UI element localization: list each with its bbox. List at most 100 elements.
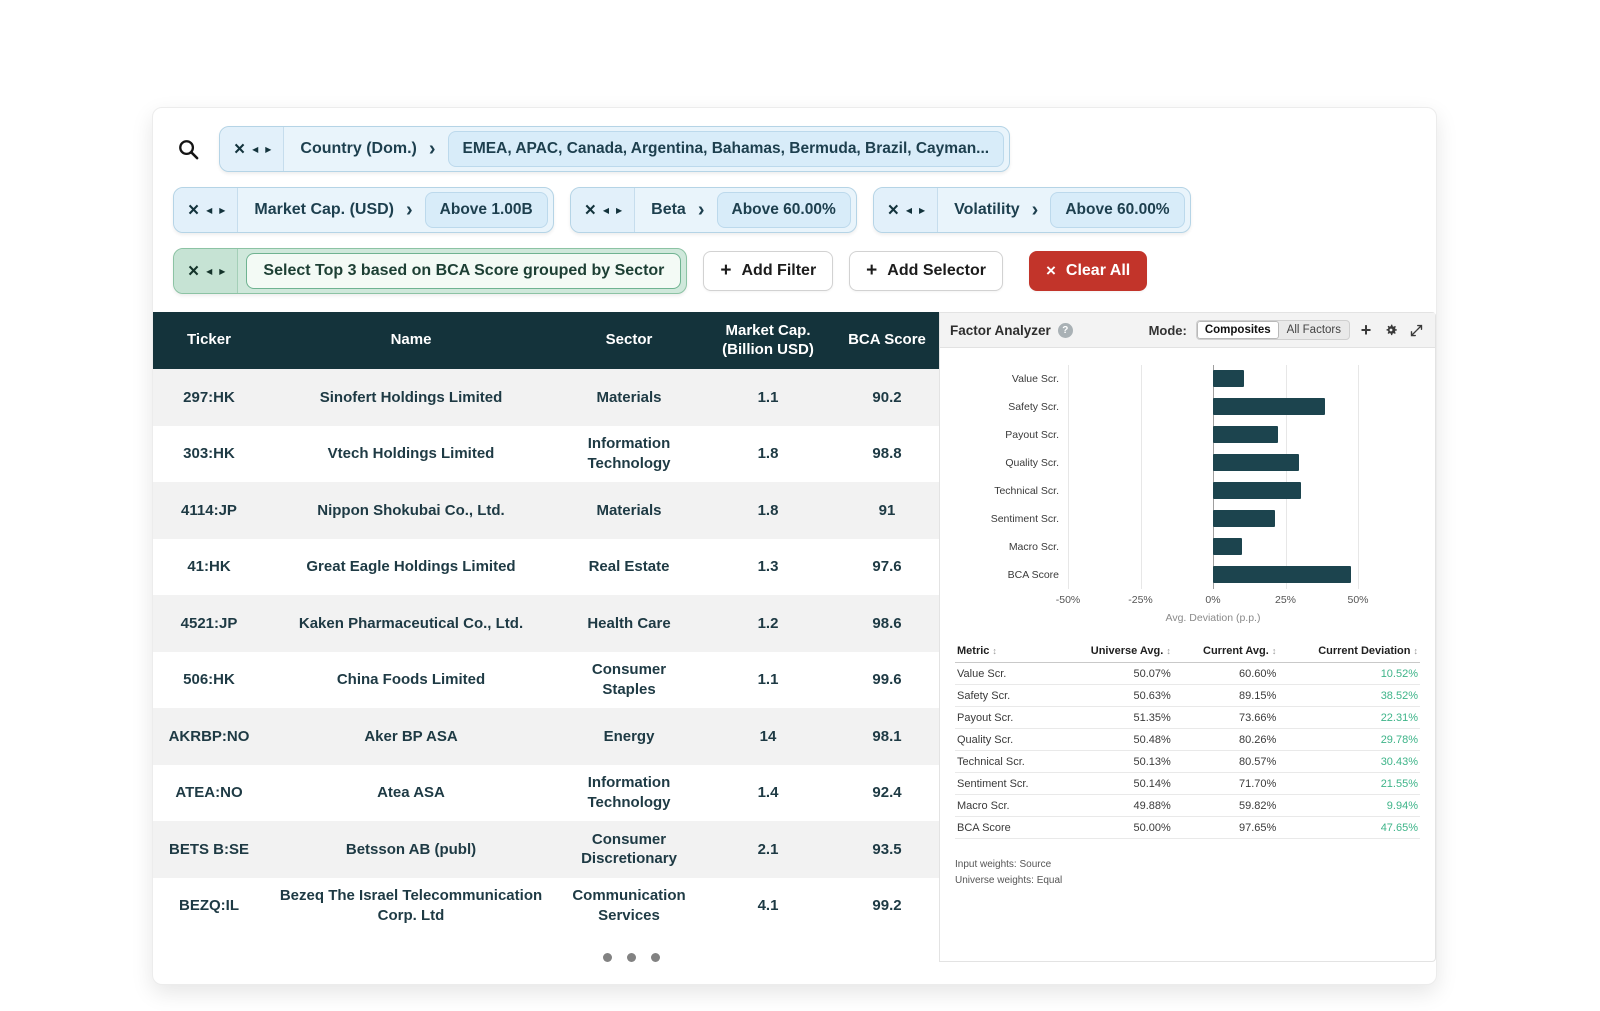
move-right-icon[interactable]: ▶ xyxy=(919,206,925,215)
metrics-row[interactable]: Technical Scr.50.13%80.57%30.43% xyxy=(955,751,1420,773)
move-left-icon[interactable]: ◀ xyxy=(206,267,212,276)
search-button[interactable] xyxy=(173,129,203,169)
metrics-column-header[interactable]: Current Deviation ↕ xyxy=(1278,641,1420,663)
table-row[interactable]: 297:HKSinofert Holdings LimitedMaterials… xyxy=(153,369,939,426)
filter-value[interactable]: Above 60.00% xyxy=(1050,192,1184,228)
move-left-icon[interactable]: ◀ xyxy=(603,206,609,215)
chart-bar xyxy=(1213,538,1242,555)
metrics-column-label: Metric xyxy=(957,645,989,657)
table-row[interactable]: 506:HKChina Foods LimitedConsumer Staple… xyxy=(153,652,939,709)
clear-all-button[interactable]: × Clear All xyxy=(1029,251,1147,291)
metrics-column-label: Current Deviation xyxy=(1318,645,1410,657)
table-row[interactable]: AKRBP:NOAker BP ASAEnergy1498.1 xyxy=(153,708,939,765)
stocks-table-header-row: TickerNameSectorMarket Cap. (Billion USD… xyxy=(153,312,939,369)
metrics-row[interactable]: Payout Scr.51.35%73.66%22.31% xyxy=(955,707,1420,729)
sort-icon[interactable]: ↕ xyxy=(992,646,997,656)
table-row[interactable]: 4521:JPKaken Pharmaceutical Co., Ltd.Hea… xyxy=(153,595,939,652)
column-header[interactable]: Market Cap. (Billion USD) xyxy=(701,312,835,369)
pagination-dot[interactable] xyxy=(627,953,636,962)
mode-toggle: Composites All Factors xyxy=(1196,320,1350,340)
table-row[interactable]: ATEA:NOAtea ASAInformation Technology1.4… xyxy=(153,765,939,822)
column-header[interactable]: Sector xyxy=(557,312,701,369)
filter-value[interactable]: Above 1.00B xyxy=(425,192,548,228)
remove-filter-icon[interactable]: × xyxy=(585,201,596,220)
pagination-dot[interactable] xyxy=(651,953,660,962)
metrics-row[interactable]: Macro Scr.49.88%59.82%9.94% xyxy=(955,795,1420,817)
metrics-row[interactable]: Safety Scr.50.63%89.15%38.52% xyxy=(955,685,1420,707)
metrics-row[interactable]: BCA Score50.00%97.65%47.65% xyxy=(955,817,1420,839)
selector-text[interactable]: Select Top 3 based on BCA Score grouped … xyxy=(246,253,681,289)
table-row[interactable]: BETS B:SEBetsson AB (publ)Consumer Discr… xyxy=(153,821,939,878)
table-row[interactable]: BEZQ:ILBezeq The Israel Telecommunicatio… xyxy=(153,878,939,935)
column-header[interactable]: Name xyxy=(265,312,557,369)
pagination-dot[interactable] xyxy=(603,953,612,962)
filter-label[interactable]: Market Cap. (USD) xyxy=(238,201,402,219)
filter-pill-market-cap: × ◀ ▶ Market Cap. (USD) › Above 1.00B xyxy=(173,187,554,233)
table-row[interactable]: 41:HKGreat Eagle Holdings LimitedReal Es… xyxy=(153,539,939,596)
column-header[interactable]: Ticker xyxy=(153,312,265,369)
results-column: TickerNameSectorMarket Cap. (Billion USD… xyxy=(153,312,939,962)
chart-x-axis-label: Avg. Deviation (p.p.) xyxy=(1068,612,1358,624)
table-row[interactable]: 303:HKVtech Holdings LimitedInformation … xyxy=(153,426,939,483)
table-cell: Bezeq The Israel Telecommunication Corp.… xyxy=(265,878,557,935)
expand-icon[interactable] xyxy=(1407,323,1425,338)
sort-icon[interactable]: ↕ xyxy=(1272,646,1277,656)
footnote-universe-weights: Universe weights: Equal xyxy=(955,873,1420,889)
chart-labels: Value Scr.Safety Scr.Payout Scr.Quality … xyxy=(940,365,1068,589)
mode-all-factors[interactable]: All Factors xyxy=(1279,321,1349,339)
filter-value[interactable]: Above 60.00% xyxy=(717,192,851,228)
panel-title: Factor Analyzer xyxy=(950,323,1051,338)
axis-tick-label: 25% xyxy=(1275,594,1296,606)
metrics-cell: 50.48% xyxy=(1058,729,1173,751)
table-cell: 2.1 xyxy=(701,821,835,878)
remove-filter-icon[interactable]: × xyxy=(888,201,899,220)
add-filter-button[interactable]: + Add Filter xyxy=(703,251,833,291)
mode-composites[interactable]: Composites xyxy=(1197,321,1279,339)
move-left-icon[interactable]: ◀ xyxy=(206,206,212,215)
metrics-column-header[interactable]: Current Avg.↕ xyxy=(1173,641,1279,663)
metrics-cell: Safety Scr. xyxy=(955,685,1058,707)
filter-label[interactable]: Volatility xyxy=(938,201,1028,219)
metrics-row[interactable]: Value Scr.50.07%60.60%10.52% xyxy=(955,663,1420,685)
plus-icon: + xyxy=(720,260,731,282)
move-left-icon[interactable]: ◀ xyxy=(906,206,912,215)
clear-all-icon: × xyxy=(1046,261,1056,281)
chart-category-label: Technical Scr. xyxy=(940,477,1068,505)
table-cell: 91 xyxy=(835,482,939,539)
move-right-icon[interactable]: ▶ xyxy=(219,206,225,215)
table-cell: 93.5 xyxy=(835,821,939,878)
table-cell: Great Eagle Holdings Limited xyxy=(265,539,557,596)
metrics-row[interactable]: Sentiment Scr.50.14%71.70%21.55% xyxy=(955,773,1420,795)
remove-filter-icon[interactable]: × xyxy=(234,140,245,159)
table-cell: ATEA:NO xyxy=(153,765,265,822)
screener-card: × ◀ ▶ Country (Dom.) › EMEA, APAC, Canad… xyxy=(152,107,1437,985)
filter-label[interactable]: Country (Dom.) xyxy=(284,140,424,158)
filter-label[interactable]: Beta xyxy=(635,201,694,219)
gear-icon[interactable] xyxy=(1382,322,1400,338)
metrics-column-header[interactable]: Universe Avg.↕ xyxy=(1058,641,1173,663)
metrics-cell: 60.60% xyxy=(1173,663,1279,685)
table-cell: 506:HK xyxy=(153,652,265,709)
add-panel-icon[interactable]: + xyxy=(1357,320,1375,341)
metrics-column-header[interactable]: Metric↕ xyxy=(955,641,1058,663)
move-right-icon[interactable]: ▶ xyxy=(219,267,225,276)
metrics-row[interactable]: Quality Scr.50.48%80.26%29.78% xyxy=(955,729,1420,751)
metrics-cell: 50.00% xyxy=(1058,817,1173,839)
sort-icon[interactable]: ↕ xyxy=(1166,646,1171,656)
add-selector-button[interactable]: + Add Selector xyxy=(849,251,1003,291)
metrics-cell: 97.65% xyxy=(1173,817,1279,839)
sort-icon[interactable]: ↕ xyxy=(1414,646,1419,656)
metrics-cell: 29.78% xyxy=(1278,729,1420,751)
remove-filter-icon[interactable]: × xyxy=(188,201,199,220)
filter-pill-volatility: × ◀ ▶ Volatility › Above 60.00% xyxy=(873,187,1191,233)
move-right-icon[interactable]: ▶ xyxy=(265,145,271,154)
column-header[interactable]: BCA Score xyxy=(835,312,939,369)
filter-value[interactable]: EMEA, APAC, Canada, Argentina, Bahamas, … xyxy=(448,131,1005,167)
footnote-input-weights: Input weights: Source xyxy=(955,857,1420,873)
remove-selector-icon[interactable]: × xyxy=(188,262,199,281)
info-icon[interactable]: ? xyxy=(1058,323,1073,338)
table-row[interactable]: 4114:JPNippon Shokubai Co., Ltd.Material… xyxy=(153,482,939,539)
metrics-cell: 80.57% xyxy=(1173,751,1279,773)
move-right-icon[interactable]: ▶ xyxy=(616,206,622,215)
move-left-icon[interactable]: ◀ xyxy=(252,145,258,154)
